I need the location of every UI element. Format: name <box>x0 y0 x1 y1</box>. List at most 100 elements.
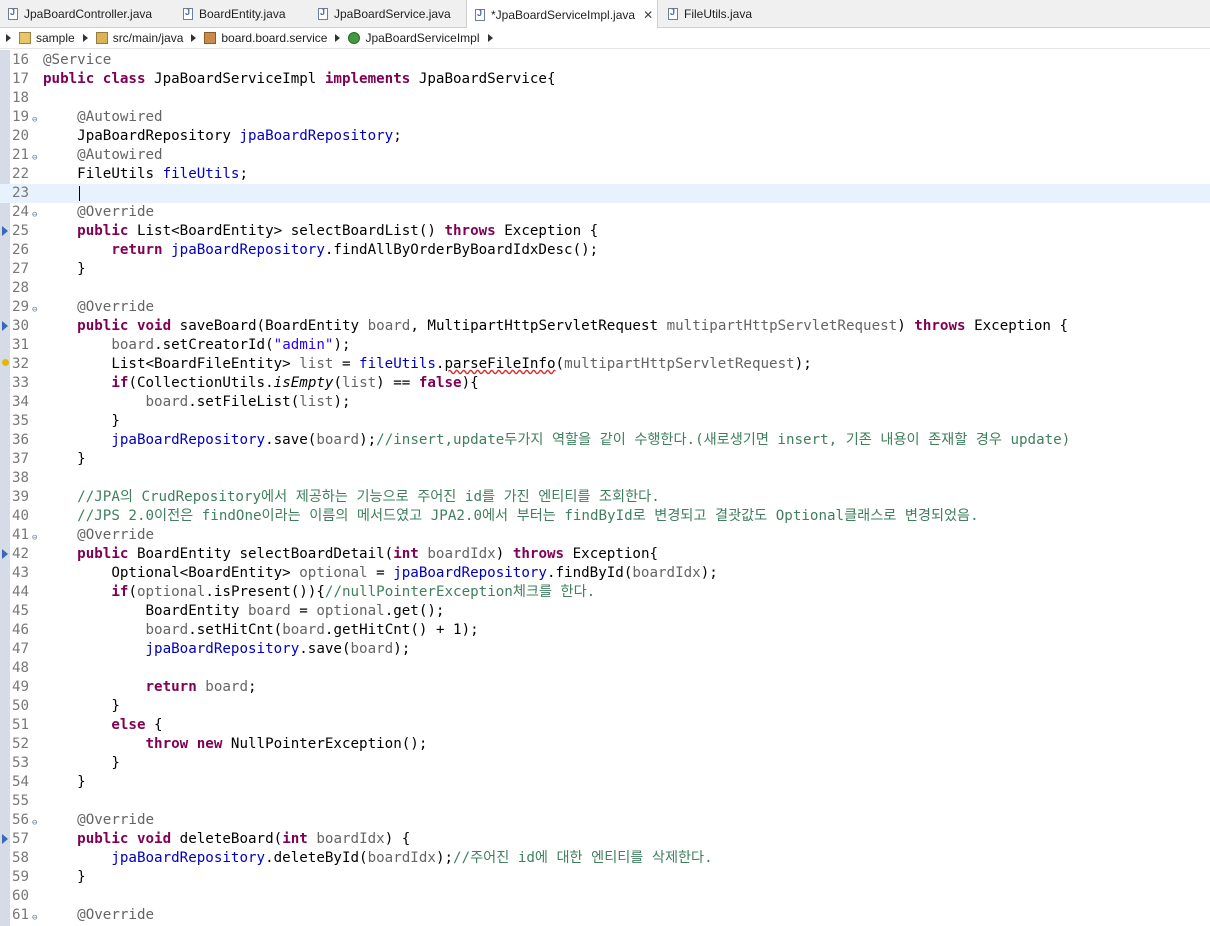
close-icon[interactable]: ✕ <box>643 8 653 22</box>
code-line[interactable]: 20 JpaBoardRepository jpaBoardRepository… <box>0 127 1210 146</box>
code-line[interactable]: 31 board.setCreatorId("admin"); <box>0 336 1210 355</box>
code-text: @Autowired <box>43 108 162 127</box>
line-number: 24 <box>12 204 30 220</box>
code-line[interactable]: 17 public class JpaBoardServiceImpl imple… <box>0 70 1210 89</box>
code-line[interactable]: 38 <box>0 469 1210 488</box>
code-token: NullPointerException(); <box>222 736 428 752</box>
code-line[interactable]: 59 } <box>0 868 1210 887</box>
code-line[interactable]: 30 public void saveBoard(BoardEntity boa… <box>0 317 1210 336</box>
code-line[interactable]: 58 jpaBoardRepository.deleteById(boardId… <box>0 849 1210 868</box>
code-line[interactable]: 35 } <box>0 412 1210 431</box>
code-line[interactable]: 51 else { <box>0 716 1210 735</box>
code-line[interactable]: 16 @Service <box>0 51 1210 70</box>
chevron-right-icon[interactable] <box>191 34 197 42</box>
code-line[interactable]: 22 FileUtils fileUtils; <box>0 165 1210 184</box>
breadcrumb-class[interactable]: JpaBoardServiceImpl <box>365 31 479 45</box>
chevron-right-icon[interactable] <box>6 34 11 42</box>
code-line[interactable]: 46 board.setHitCnt(board.getHitCnt() + 1… <box>0 621 1210 640</box>
line-number: 35 <box>12 413 30 429</box>
code-token: board <box>350 641 394 657</box>
code-token: ) == <box>376 375 419 391</box>
tab-jpaboardcontroller[interactable]: JpaBoardController.java <box>0 0 170 28</box>
code-token: //insert,update두가지 역할을 같이 수행한다.(새로생기면 in… <box>376 432 1071 448</box>
code-line[interactable]: 37 } <box>0 450 1210 469</box>
breadcrumb-source-folder[interactable]: src/main/java <box>113 31 184 45</box>
code-line[interactable]: 39 //JPA의 CrudRepository에서 제공하는 기능으로 주어진… <box>0 488 1210 507</box>
code-line[interactable]: 48 <box>0 659 1210 678</box>
code-text: jpaBoardRepository.save(board); <box>43 640 411 659</box>
code-line[interactable]: 50 } <box>0 697 1210 716</box>
override-marker-icon[interactable] <box>2 549 8 559</box>
code-token: JpaBoardServiceImpl <box>145 71 325 87</box>
code-token: } <box>43 698 120 714</box>
code-line[interactable]: 34 board.setFileList(list); <box>0 393 1210 412</box>
code-line[interactable]: 21 ⊖ @Autowired <box>0 146 1210 165</box>
code-token: } <box>43 261 86 277</box>
code-line[interactable]: 44 if(optional.isPresent()){//nullPointe… <box>0 583 1210 602</box>
code-token: parseFileInfo <box>444 356 556 372</box>
tab-fileutils[interactable]: FileUtils.java <box>660 0 790 28</box>
breadcrumb-project[interactable]: sample <box>36 31 75 45</box>
tab-jpaboardserviceimpl[interactable]: *JpaBoardServiceImpl.java ✕ <box>466 0 658 29</box>
override-marker-icon[interactable] <box>2 226 8 236</box>
code-line[interactable]: 61 ⊖ @Override <box>0 906 1210 925</box>
code-line[interactable]: 45 BoardEntity board = optional.get(); <box>0 602 1210 621</box>
code-text: } <box>43 773 86 792</box>
code-line[interactable]: 33 if(CollectionUtils.isEmpty(list) == f… <box>0 374 1210 393</box>
tab-jpaboardservice[interactable]: JpaBoardService.java <box>310 0 465 28</box>
code-token: ; <box>393 128 402 144</box>
warning-marker-icon[interactable] <box>2 359 9 366</box>
code-token: ); <box>794 356 812 372</box>
code-editor[interactable]: 16 @Service 17 public class JpaBoardService… <box>0 51 1210 926</box>
code-line[interactable]: 57 public void deleteBoard(int boardIdx)… <box>0 830 1210 849</box>
code-token: isEmpty <box>273 375 334 391</box>
chevron-right-icon[interactable] <box>487 34 493 42</box>
code-line[interactable]: 54 } <box>0 773 1210 792</box>
override-marker-icon[interactable] <box>2 321 8 331</box>
chevron-right-icon[interactable] <box>335 34 341 42</box>
breadcrumb-package[interactable]: board.board.service <box>221 31 327 45</box>
fold-toggle-icon[interactable]: ⊖ <box>32 909 37 926</box>
code-line[interactable]: 40 //JPS 2.0이전은 findOne이라는 이름의 메서드였고 JPA… <box>0 507 1210 526</box>
line-number: 37 <box>12 451 30 467</box>
code-line[interactable]: 55 <box>0 792 1210 811</box>
java-file-icon <box>668 7 678 20</box>
code-line[interactable]: 23 <box>0 184 1210 203</box>
code-line[interactable]: 60 <box>0 887 1210 906</box>
code-line[interactable]: 26 return jpaBoardRepository.findAllByOr… <box>0 241 1210 260</box>
code-token: list <box>299 394 334 410</box>
editor-tab-bar: JpaBoardController.java BoardEntity.java… <box>0 0 1210 29</box>
code-line[interactable]: 36 jpaBoardRepository.save(board);//inse… <box>0 431 1210 450</box>
code-line[interactable]: 25 public List<BoardEntity> selectBoardL… <box>0 222 1210 241</box>
code-line[interactable]: 53 } <box>0 754 1210 773</box>
code-line[interactable]: 18 <box>0 89 1210 108</box>
code-line[interactable]: 29 ⊖ @Override <box>0 298 1210 317</box>
line-number: 58 <box>12 850 30 866</box>
code-text: board.setFileList(list); <box>43 393 351 412</box>
code-line[interactable]: 24 ⊖ @Override <box>0 203 1210 222</box>
chevron-right-icon[interactable] <box>82 34 88 42</box>
code-token: multipartHttpServletRequest <box>666 318 898 334</box>
code-line[interactable]: 42 public BoardEntity selectBoardDetail(… <box>0 545 1210 564</box>
code-token: board <box>316 432 360 448</box>
code-token: optional <box>316 603 385 619</box>
code-token: board <box>111 337 155 353</box>
code-line[interactable]: 52 throw new NullPointerException(); <box>0 735 1210 754</box>
project-icon <box>19 32 31 44</box>
code-line[interactable]: 47 jpaBoardRepository.save(board); <box>0 640 1210 659</box>
code-token: board <box>145 394 189 410</box>
code-line[interactable]: 32 List<BoardFileEntity> list = fileUtil… <box>0 355 1210 374</box>
code-line[interactable]: 49 return board; <box>0 678 1210 697</box>
code-line[interactable]: 56 ⊖ @Override <box>0 811 1210 830</box>
tab-boardentity[interactable]: BoardEntity.java <box>175 0 310 28</box>
code-line[interactable]: 27 } <box>0 260 1210 279</box>
code-line[interactable]: 43 Optional<BoardEntity> optional = jpaB… <box>0 564 1210 583</box>
code-line[interactable]: 41 ⊖ @Override <box>0 526 1210 545</box>
code-line[interactable]: 19 ⊖ @Autowired <box>0 108 1210 127</box>
code-line[interactable]: 28 <box>0 279 1210 298</box>
override-marker-icon[interactable] <box>2 834 8 844</box>
